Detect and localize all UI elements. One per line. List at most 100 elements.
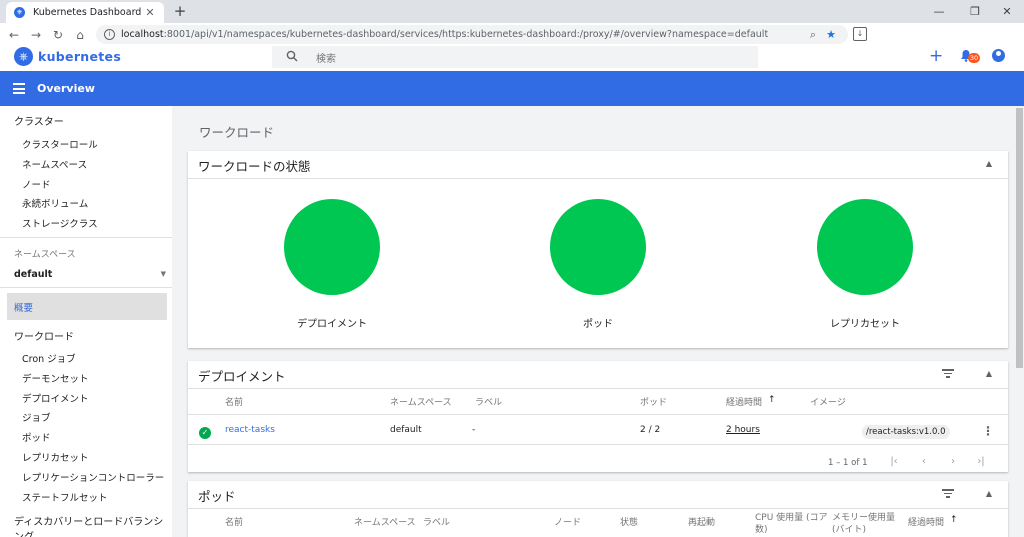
deployment-labels: -: [472, 425, 476, 435]
last-page-icon[interactable]: ›|: [973, 456, 989, 467]
row-actions-menu-icon[interactable]: ⋮: [982, 424, 994, 438]
tab-close-icon[interactable]: ✕: [144, 6, 156, 19]
chart-label: レプリカセット: [830, 319, 900, 330]
column-header-node[interactable]: ノード: [554, 515, 581, 528]
row-divider: [188, 414, 1008, 415]
namespace-value[interactable]: default: [14, 269, 52, 280]
next-page-icon[interactable]: ›: [945, 456, 961, 467]
sidebar-section-discovery[interactable]: ディスカバリーとロードバランシング: [14, 513, 172, 537]
app-header: ⎈ kubernetes 検索 + 30: [0, 46, 1024, 71]
sidebar-section-workloads[interactable]: ワークロード: [14, 328, 74, 343]
bookmark-star-icon[interactable]: ★: [822, 28, 840, 41]
deployment-age[interactable]: 2 hours: [726, 425, 760, 435]
pagination-range: 1 – 1 of 1: [828, 458, 868, 468]
minimize-button[interactable]: —: [922, 0, 956, 23]
sidebar-item-cronjobs[interactable]: Cron ジョブ: [22, 351, 76, 365]
column-header-namespace[interactable]: ネームスペース: [390, 395, 452, 408]
user-account-icon[interactable]: [992, 49, 1005, 62]
replicasets-status-chart: レプリカセット: [795, 199, 935, 330]
sidebar-item-persistent-volumes[interactable]: 永続ボリューム: [22, 196, 88, 210]
card-title: ポッド: [198, 489, 236, 504]
sort-arrow-icon[interactable]: ↑: [768, 395, 776, 405]
previous-page-icon[interactable]: ‹: [916, 456, 932, 467]
search-input[interactable]: 検索: [316, 50, 336, 65]
card-title: ワークロードの状態: [198, 159, 311, 174]
sidebar-item-overview-label: 概要: [14, 302, 34, 314]
column-header-images: イメージ: [810, 398, 846, 408]
sort-arrow-icon[interactable]: ↑: [950, 515, 958, 525]
download-extension-icon[interactable]: ↓: [853, 27, 867, 41]
filter-icon[interactable]: [942, 489, 954, 498]
sidebar-item-namespaces[interactable]: ネームスペース: [22, 157, 87, 171]
replicasets-status-circle: [817, 199, 913, 295]
namespace-select[interactable]: default ▼: [14, 267, 166, 281]
collapse-icon[interactable]: ▲: [986, 489, 992, 498]
search-bar[interactable]: 検索: [272, 46, 758, 68]
sidebar-item-jobs[interactable]: ジョブ: [22, 410, 51, 424]
scrollbar[interactable]: [1015, 106, 1024, 537]
site-info-icon[interactable]: i: [104, 29, 115, 40]
column-header-age[interactable]: 経過時間: [726, 395, 762, 408]
card-title: デプロイメント: [198, 369, 286, 384]
deployment-namespace: default: [390, 425, 422, 435]
new-tab-button[interactable]: +: [172, 3, 188, 19]
search-icon: [286, 50, 302, 65]
workloads-heading: ワークロード: [199, 125, 275, 140]
address-bar[interactable]: i localhost:8001/api/v1/namespaces/kuber…: [96, 25, 848, 44]
row-divider: [188, 444, 1008, 445]
deployment-pods: 2 / 2: [640, 425, 661, 435]
sidebar-section-cluster[interactable]: クラスター: [14, 113, 64, 128]
scrollbar-thumb[interactable]: [1016, 108, 1023, 368]
browser-toolbar: ← → ↻ ⌂ i localhost:8001/api/v1/namespac…: [0, 23, 1024, 46]
sidebar-item-replicationcontrollers[interactable]: レプリケーションコントローラー: [22, 470, 164, 484]
sidebar-item-nodes[interactable]: ノード: [22, 177, 51, 191]
column-header-name[interactable]: 名前: [225, 395, 243, 408]
first-page-icon[interactable]: |‹: [886, 456, 902, 467]
card-header: ワークロードの状態 ▲: [188, 151, 1008, 179]
pods-card: ポッド ▲ 名前 ネームスペース ラベル ノード 状態 再起動 CPU 使用量 …: [188, 481, 1008, 537]
sidebar-item-pods[interactable]: ポッド: [22, 430, 51, 444]
brand-name[interactable]: kubernetes: [38, 49, 121, 64]
deployment-name-link[interactable]: react-tasks: [225, 425, 275, 435]
filter-icon[interactable]: [942, 369, 954, 378]
collapse-icon[interactable]: ▲: [986, 159, 992, 168]
sidebar-item-statefulsets[interactable]: ステートフルセット: [22, 490, 108, 504]
forward-button[interactable]: →: [25, 24, 47, 46]
column-header-labels: ラベル: [423, 518, 451, 528]
chart-label: デプロイメント: [297, 319, 367, 330]
namespace-label: ネームスペース: [14, 250, 76, 260]
sidebar-item-clusterroles[interactable]: クラスターロール: [22, 137, 98, 151]
browser-tab-strip: ⎈ Kubernetes Dashboard ✕ + — ❐ ✕: [0, 0, 1024, 23]
column-header-pods: ポッド: [640, 398, 668, 408]
column-header-restarts[interactable]: 再起動: [688, 515, 715, 528]
pods-status-chart: ポッド: [528, 199, 668, 330]
dropdown-caret-icon[interactable]: ▼: [161, 270, 166, 278]
column-header-labels: ラベル: [475, 398, 503, 408]
zoom-icon[interactable]: ⌕: [804, 28, 822, 42]
home-button[interactable]: ⌂: [69, 24, 91, 46]
address-url[interactable]: localhost:8001/api/v1/namespaces/kuberne…: [121, 29, 804, 40]
browser-tab[interactable]: ⎈ Kubernetes Dashboard ✕: [6, 2, 164, 23]
sidebar-item-storage-classes[interactable]: ストレージクラス: [22, 216, 98, 230]
column-header-age[interactable]: 経過時間: [908, 515, 944, 528]
sidebar-item-deployments[interactable]: デプロイメント: [22, 391, 89, 405]
reload-button[interactable]: ↻: [47, 24, 69, 46]
page-title: Overview: [37, 82, 95, 95]
back-button[interactable]: ←: [3, 24, 25, 46]
sidebar: クラスター クラスターロール ネームスペース ノード 永続ボリューム ストレージ…: [0, 106, 172, 537]
collapse-icon[interactable]: ▲: [986, 369, 992, 378]
sidebar-item-replicasets[interactable]: レプリカセット: [22, 450, 89, 464]
sidebar-item-overview[interactable]: 概要: [7, 293, 167, 320]
sidebar-divider: [0, 287, 172, 288]
kubernetes-logo-icon[interactable]: ⎈: [14, 47, 33, 66]
sidebar-item-daemonsets[interactable]: デーモンセット: [22, 371, 89, 385]
column-header-name[interactable]: 名前: [225, 515, 243, 528]
create-plus-icon[interactable]: +: [929, 47, 943, 65]
maximize-button[interactable]: ❐: [958, 0, 992, 23]
column-header-namespace[interactable]: ネームスペース: [354, 515, 416, 528]
window-close-button[interactable]: ✕: [990, 0, 1024, 23]
column-header-status[interactable]: 状態: [620, 515, 638, 528]
main-content: ワークロード ワークロードの状態 ▲ デプロイメント ポッド レプリカセット デ…: [172, 106, 1024, 537]
hamburger-menu-icon[interactable]: [13, 83, 25, 94]
column-header-memory-line2: (バイト): [832, 525, 867, 535]
